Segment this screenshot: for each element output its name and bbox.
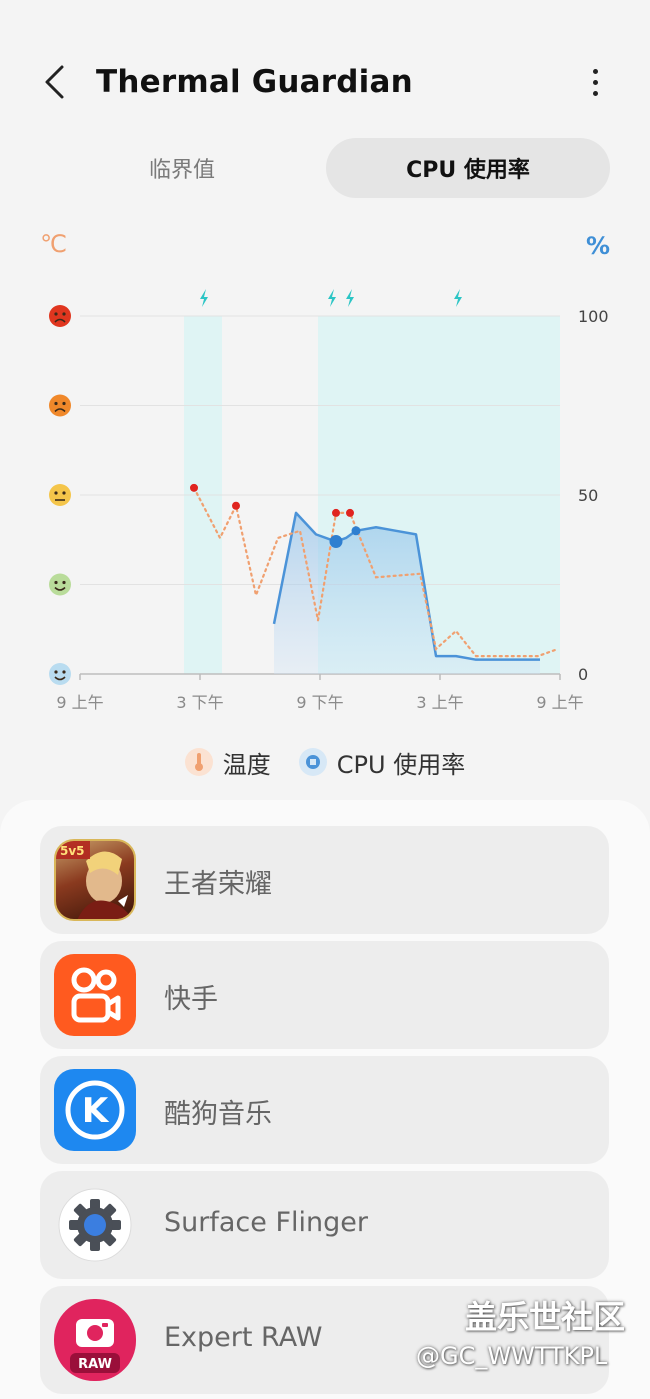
legend-item-temperature: 温度 xyxy=(184,745,271,780)
charging-bolt-icon xyxy=(454,289,462,307)
x-tick-label: 3 下午 xyxy=(176,693,223,712)
segmented-tabs: 临界值 CPU 使用率 xyxy=(40,138,610,198)
cpu-usage-point xyxy=(329,535,343,549)
chart-legend: 温度 CPU 使用率 xyxy=(0,740,650,784)
tab-cpu-usage[interactable]: CPU 使用率 xyxy=(326,138,610,198)
back-button[interactable] xyxy=(34,60,74,104)
honor-of-kings-icon: 5v5 xyxy=(54,839,136,921)
chart-svg: ℃ % 9 上午 3 下午 9 下午 3 上午 9 上午 100 50 0 xyxy=(40,230,610,712)
charging-bolt-icon xyxy=(346,289,354,307)
hot-face-icon xyxy=(49,305,71,327)
list-item[interactable]: Surface Flinger xyxy=(40,1171,609,1279)
temperature-peak-point xyxy=(190,483,198,492)
chevron-left-icon xyxy=(45,65,64,99)
temperature-peak-point xyxy=(346,508,354,517)
legend-label-temperature: 温度 xyxy=(222,750,271,779)
charging-bolt-icon xyxy=(200,289,208,307)
x-tick-label: 9 上午 xyxy=(536,693,583,712)
happy-face-icon xyxy=(49,663,71,685)
list-item[interactable]: K 酷狗音乐 xyxy=(40,1056,609,1164)
app-name: Expert RAW xyxy=(164,1322,323,1353)
kugou-music-icon: K xyxy=(54,1069,136,1151)
right-unit-label: % xyxy=(586,232,610,260)
sad-face-icon xyxy=(49,394,71,417)
watermark-user: @GC_WWTTKPL xyxy=(416,1342,608,1370)
thermometer-icon xyxy=(184,748,213,776)
y-tick-label: 50 xyxy=(578,486,598,505)
legend-label-cpu: CPU 使用率 xyxy=(336,750,466,779)
app-badge-text: RAW xyxy=(78,1357,112,1372)
list-item[interactable]: 5v5 王者荣耀 xyxy=(40,826,609,934)
app-badge-text: 5v5 xyxy=(60,844,85,858)
app-name: 王者荣耀 xyxy=(164,869,272,900)
cpu-chip-icon xyxy=(298,748,327,776)
app-name: 酷狗音乐 xyxy=(164,1099,272,1130)
relieved-face-icon xyxy=(49,573,71,596)
x-tick-label: 9 上午 xyxy=(56,693,103,712)
cpu-usage-point xyxy=(351,526,361,536)
y-tick-label: 0 xyxy=(578,665,588,684)
left-unit-label: ℃ xyxy=(40,230,67,258)
app-icon-letter: K xyxy=(82,1091,110,1131)
expert-raw-icon: RAW xyxy=(54,1299,136,1381)
charging-bolt-icon xyxy=(328,289,336,307)
list-item[interactable]: 快手 xyxy=(40,941,609,1049)
gear-icon xyxy=(54,1184,136,1266)
app-name: 快手 xyxy=(164,984,218,1015)
y-tick-label: 100 xyxy=(578,307,609,326)
usage-chart: ℃ % 9 上午 3 下午 9 下午 3 上午 9 上午 100 50 0 xyxy=(0,220,650,730)
x-tick-label: 9 下午 xyxy=(296,693,343,712)
page-title: Thermal Guardian xyxy=(96,64,413,100)
app-name: Surface Flinger xyxy=(164,1207,368,1238)
x-tick-label: 3 上午 xyxy=(416,693,463,712)
more-vertical-icon xyxy=(592,68,598,74)
tab-threshold[interactable]: 临界值 xyxy=(40,138,324,198)
watermark-brand: 盖乐世社区 xyxy=(465,1298,626,1336)
legend-item-cpu: CPU 使用率 xyxy=(298,745,466,780)
kuaishou-icon xyxy=(54,954,136,1036)
temperature-peak-point xyxy=(232,501,240,510)
temperature-peak-point xyxy=(332,508,340,517)
app-header: Thermal Guardian xyxy=(0,40,650,124)
neutral-face-icon xyxy=(49,484,71,506)
more-options-button[interactable] xyxy=(578,62,612,102)
